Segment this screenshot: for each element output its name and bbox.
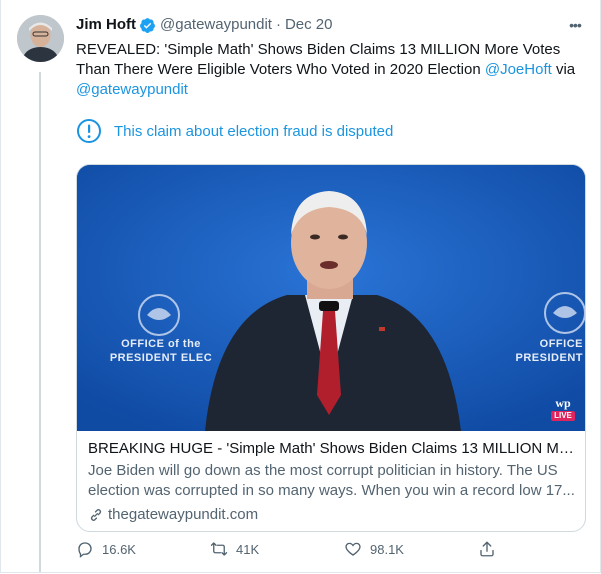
like-count: 98.1K [370,541,404,557]
retweet-count: 41K [236,541,260,557]
tweet-date[interactable]: Dec 20 [285,15,333,35]
mention-gatewaypundit[interactable]: @gatewaypundit [76,81,188,98]
share-button[interactable] [478,540,504,558]
wp-logo: wp [555,396,571,410]
author-handle[interactable]: @gatewaypundit [160,15,272,35]
mention-joehoft[interactable]: @JoeHoft [485,61,552,78]
author-name[interactable]: Jim Hoft [76,15,136,35]
card-description: Joe Biden will go down as the most corru… [88,462,575,499]
verified-badge-icon [140,17,155,33]
avatar[interactable] [17,15,64,62]
tweet-actions: 16.6K 41K 98.1K [76,540,576,558]
seal-text-line: OFFICE of the [121,338,201,350]
link-card[interactable]: OFFICE of the PRESIDENT ELEC OFFICE PRES… [76,164,586,532]
right-seal-text: OFFICE PRESIDENT [497,337,583,365]
card-image[interactable]: OFFICE of the PRESIDENT ELEC OFFICE PRES… [77,165,585,431]
seal-text-line: OFFICE [539,338,583,350]
share-icon [480,541,494,557]
retweet-button[interactable]: 41K [210,540,344,558]
reply-icon [78,542,92,558]
reply-count: 16.6K [102,541,136,557]
link-icon [90,508,102,521]
card-domain-text: thegatewaypundit.com [108,506,259,523]
left-seal-text: OFFICE of the PRESIDENT ELEC [91,337,231,365]
notice-text[interactable]: This claim about election fraud is dispu… [114,123,393,140]
tweet-text: REVEALED: 'Simple Math' Shows Biden Clai… [76,40,581,100]
card-title[interactable]: BREAKING HUGE - 'Simple Math' Shows Bide… [88,439,575,459]
heart-icon [345,542,361,556]
card-domain[interactable]: thegatewaypundit.com [88,506,575,523]
exclamation-circle-icon [77,119,101,143]
reply-button[interactable]: 16.6K [76,540,210,558]
disputed-claim-notice[interactable]: This claim about election fraud is dispu… [76,114,586,148]
tweet-text-part: via [551,61,576,78]
live-label: LIVE [551,411,575,421]
separator-dot: · [275,16,281,33]
more-options-icon[interactable]: ••• [564,14,586,36]
live-badge: wp LIVE [551,397,575,421]
seal-text-line: PRESIDENT [515,352,583,364]
thread-line [39,72,41,572]
like-button[interactable]: 98.1K [344,540,478,558]
seal-text-line: PRESIDENT ELEC [109,352,213,364]
retweet-icon [210,542,228,556]
